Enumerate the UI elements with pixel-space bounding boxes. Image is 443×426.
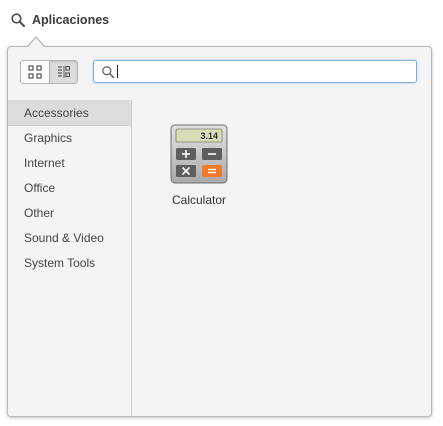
grid-icon bbox=[28, 65, 42, 79]
category-graphics[interactable]: Graphics bbox=[8, 126, 131, 151]
list-icon bbox=[57, 65, 70, 78]
category-other[interactable]: Other bbox=[8, 201, 131, 226]
calculator-display-text: 3.14 bbox=[200, 131, 218, 141]
search-input[interactable] bbox=[121, 61, 416, 82]
app-label: Calculator bbox=[171, 193, 227, 207]
text-caret bbox=[117, 65, 118, 78]
calculator-icon: 3.14 bbox=[170, 124, 228, 184]
applications-popup: Accessories Graphics Internet Office Oth… bbox=[7, 46, 432, 417]
list-view-button[interactable] bbox=[49, 61, 77, 83]
search-icon bbox=[11, 13, 25, 27]
category-accessories[interactable]: Accessories bbox=[8, 101, 131, 126]
popup-arrow-fill bbox=[28, 38, 44, 47]
search-field[interactable] bbox=[93, 60, 417, 83]
applications-title: Aplicaciones bbox=[32, 13, 110, 27]
category-office[interactable]: Office bbox=[8, 176, 131, 201]
search-icon bbox=[102, 65, 115, 78]
category-sound-video[interactable]: Sound & Video bbox=[8, 226, 131, 251]
category-sidebar: Accessories Graphics Internet Office Oth… bbox=[8, 100, 132, 416]
app-grid: 3.14 Calculator bbox=[132, 100, 430, 415]
view-mode-switch bbox=[20, 60, 78, 84]
category-internet[interactable]: Internet bbox=[8, 151, 131, 176]
grid-view-button[interactable] bbox=[21, 61, 49, 83]
applications-menu-button[interactable]: Aplicaciones bbox=[10, 10, 109, 30]
app-calculator[interactable]: 3.14 Calculator bbox=[164, 124, 234, 207]
category-system-tools[interactable]: System Tools bbox=[8, 251, 131, 276]
